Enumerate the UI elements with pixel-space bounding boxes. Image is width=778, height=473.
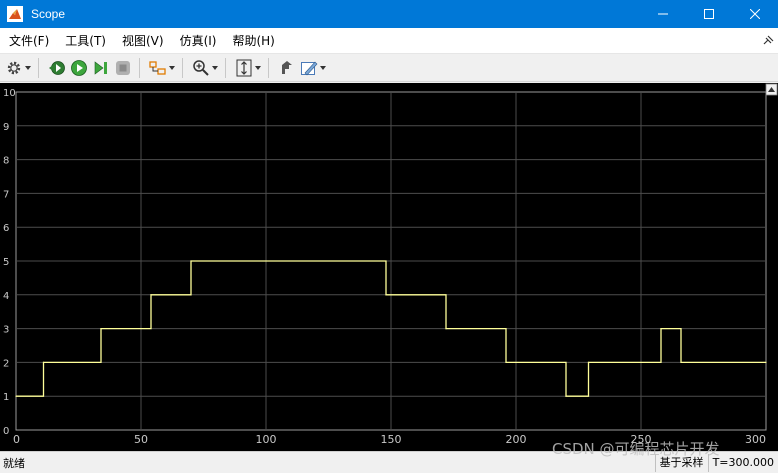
data-point bbox=[100, 328, 102, 330]
y-tick-label: 9 bbox=[3, 122, 9, 133]
run-icon bbox=[69, 58, 89, 78]
data-point bbox=[42, 361, 45, 363]
x-tick-label: 150 bbox=[381, 433, 402, 446]
plot-canvas[interactable]: 0 50 100 150 200 250 300 0 1 2 3 4 5 6 7 8 9 10 bbox=[0, 83, 778, 451]
data-point bbox=[15, 395, 17, 397]
y-tick-label: 5 bbox=[3, 257, 9, 268]
menu-simulation[interactable]: 仿真(I) bbox=[172, 28, 225, 54]
step-back-icon bbox=[47, 58, 67, 78]
data-point bbox=[150, 294, 152, 296]
step-back-button[interactable] bbox=[47, 57, 67, 79]
status-ready: 就绪 bbox=[3, 456, 25, 470]
data-point bbox=[565, 395, 567, 397]
style-button[interactable] bbox=[299, 57, 327, 79]
step-forward-button[interactable] bbox=[91, 57, 111, 79]
menu-bar: 文件(F) 工具(T) 视图(V) 仿真(I) 帮助(H) bbox=[0, 28, 778, 54]
zoom-in-icon bbox=[191, 58, 211, 78]
window-title: Scope bbox=[31, 7, 66, 21]
y-tick-label: 6 bbox=[3, 223, 9, 234]
scale-axes-button[interactable] bbox=[234, 57, 262, 79]
y-tick-label: 3 bbox=[3, 325, 9, 336]
y-tick-label: 8 bbox=[3, 156, 9, 167]
pin-icon bbox=[277, 58, 297, 78]
close-button[interactable] bbox=[732, 0, 778, 28]
pin-button[interactable] bbox=[277, 57, 297, 79]
toolbar-separator bbox=[139, 57, 140, 78]
undock-icon[interactable] bbox=[762, 35, 774, 47]
x-tick-label: 100 bbox=[256, 433, 277, 446]
highlight-block-icon bbox=[148, 58, 168, 78]
chevron-down-icon[interactable] bbox=[168, 58, 176, 78]
settings-button[interactable] bbox=[4, 57, 32, 79]
menu-help[interactable]: 帮助(H) bbox=[224, 28, 282, 54]
gear-icon bbox=[4, 58, 24, 78]
data-point bbox=[660, 328, 662, 330]
step-forward-icon bbox=[91, 58, 111, 78]
chevron-down-icon[interactable] bbox=[24, 58, 32, 78]
scale-axes-icon bbox=[234, 58, 254, 78]
toolbar-separator bbox=[182, 57, 183, 78]
scope-window: Scope 文件(F) 工具(T) 视图(V) 仿真(I) 帮助(H) 0 50… bbox=[0, 0, 778, 473]
minimize-button[interactable] bbox=[640, 0, 686, 28]
status-bar: 就绪 基于采样 T=300.000 bbox=[0, 451, 778, 473]
y-tick-label: 10 bbox=[3, 88, 16, 99]
data-point bbox=[680, 361, 682, 363]
matlab-icon bbox=[7, 6, 23, 22]
x-tick-label: 0 bbox=[13, 433, 20, 446]
maximize-button[interactable] bbox=[686, 0, 732, 28]
data-point bbox=[587, 361, 590, 363]
highlight-block-button[interactable] bbox=[148, 57, 176, 79]
menu-tools[interactable]: 工具(T) bbox=[57, 28, 114, 54]
x-tick-label: 300 bbox=[745, 433, 766, 446]
y-tick-label: 4 bbox=[3, 291, 9, 302]
zoom-button[interactable] bbox=[191, 57, 219, 79]
chevron-down-icon[interactable] bbox=[211, 58, 219, 78]
stop-button[interactable] bbox=[113, 57, 133, 79]
x-tick-label: 200 bbox=[506, 433, 527, 446]
expand-axes-button[interactable] bbox=[765, 83, 778, 96]
simulation-time: T=300.000 bbox=[707, 454, 778, 472]
data-point bbox=[190, 260, 192, 262]
toolbar-separator bbox=[225, 57, 226, 78]
data-point bbox=[385, 294, 387, 296]
data-point bbox=[505, 361, 507, 363]
stop-icon bbox=[113, 58, 133, 78]
data-point bbox=[765, 361, 767, 363]
y-tick-label: 7 bbox=[3, 189, 9, 200]
menu-file[interactable]: 文件(F) bbox=[1, 28, 57, 54]
y-tick-label: 0 bbox=[3, 426, 9, 437]
y-tick-label: 1 bbox=[3, 392, 9, 403]
chevron-down-icon[interactable] bbox=[254, 58, 262, 78]
style-icon bbox=[299, 58, 319, 78]
title-bar[interactable]: Scope bbox=[0, 0, 778, 28]
y-tick-label: 2 bbox=[3, 358, 9, 369]
maximize-icon bbox=[704, 9, 714, 19]
minimize-icon bbox=[658, 13, 668, 15]
sampling-mode: 基于采样 bbox=[654, 454, 708, 472]
x-tick-label: 250 bbox=[631, 433, 652, 446]
toolbar-separator bbox=[268, 57, 269, 78]
menu-view[interactable]: 视图(V) bbox=[114, 28, 172, 54]
toolbar bbox=[0, 54, 778, 82]
run-button[interactable] bbox=[69, 57, 89, 79]
scope-plot[interactable]: 0 50 100 150 200 250 300 0 1 2 3 4 5 6 7 8 9 10 bbox=[0, 83, 778, 451]
x-tick-label: 50 bbox=[134, 433, 148, 446]
data-point bbox=[445, 328, 447, 330]
chevron-down-icon[interactable] bbox=[319, 58, 327, 78]
toolbar-separator bbox=[38, 57, 39, 78]
close-icon bbox=[750, 9, 760, 19]
